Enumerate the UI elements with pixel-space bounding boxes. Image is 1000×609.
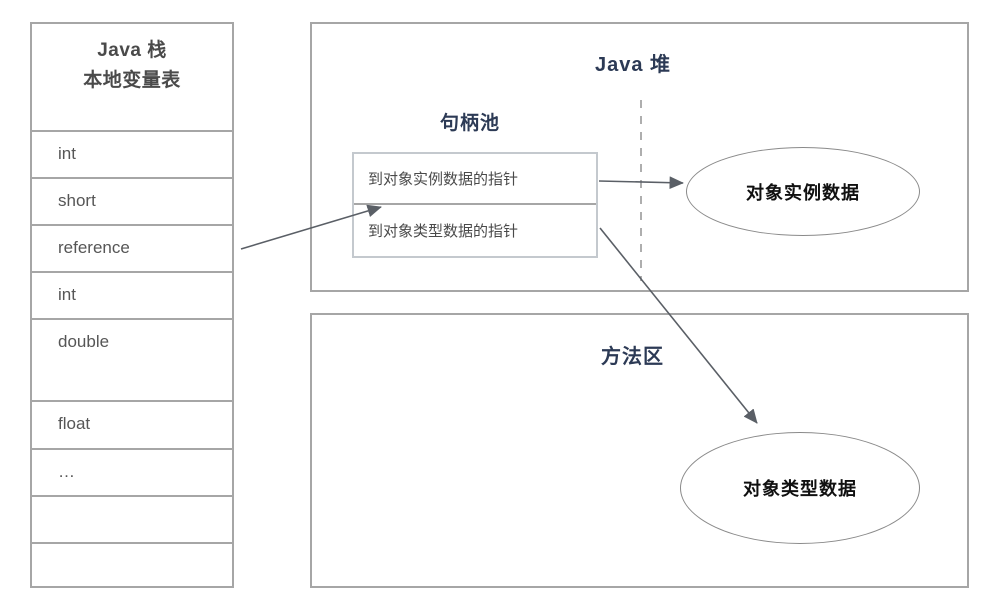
object-instance-data-ellipse: 对象实例数据 xyxy=(686,147,920,236)
ellipse-label: 对象实例数据 xyxy=(746,182,860,203)
ellipse-label: 对象类型数据 xyxy=(743,479,857,499)
handle-slot-label: 到对象类型数据的指针 xyxy=(368,223,519,240)
handle-slot-instance-pointer: 到对象实例数据的指针 xyxy=(354,154,596,205)
stack-row-label: double xyxy=(58,332,110,351)
diagram-canvas: Java 栈 本地变量表 int short reference int dou… xyxy=(0,0,1000,609)
stack-row-label: float xyxy=(58,414,91,433)
stack-row: … xyxy=(32,450,232,497)
stack-row xyxy=(32,544,232,586)
java-stack-panel: Java 栈 本地变量表 int short reference int dou… xyxy=(30,22,234,588)
stack-row: float xyxy=(32,402,232,450)
stack-row: int xyxy=(32,132,232,179)
object-type-data-ellipse: 对象类型数据 xyxy=(680,432,920,544)
java-stack-header: Java 栈 本地变量表 xyxy=(32,24,232,132)
java-stack-title-line-1: Java 栈 xyxy=(97,40,167,61)
java-heap-title: Java 堆 xyxy=(595,54,672,76)
handle-pool: 到对象实例数据的指针 到对象类型数据的指针 xyxy=(352,152,598,258)
stack-row-label: … xyxy=(58,462,75,481)
method-area-title: 方法区 xyxy=(601,346,664,368)
stack-row xyxy=(32,497,232,544)
handle-slot-type-pointer: 到对象类型数据的指针 xyxy=(354,205,596,256)
stack-row: int xyxy=(32,273,232,320)
stack-row: double xyxy=(32,320,232,402)
stack-row-label: short xyxy=(58,191,96,210)
stack-row-label: int xyxy=(58,144,76,163)
stack-row-label: int xyxy=(58,285,76,304)
stack-row-label: reference xyxy=(58,238,130,257)
java-stack-title-line-2: 本地变量表 xyxy=(83,70,181,91)
handle-slot-label: 到对象实例数据的指针 xyxy=(368,171,519,188)
stack-row-reference: reference xyxy=(32,226,232,273)
handle-pool-title: 句柄池 xyxy=(440,113,501,134)
stack-row: short xyxy=(32,179,232,226)
